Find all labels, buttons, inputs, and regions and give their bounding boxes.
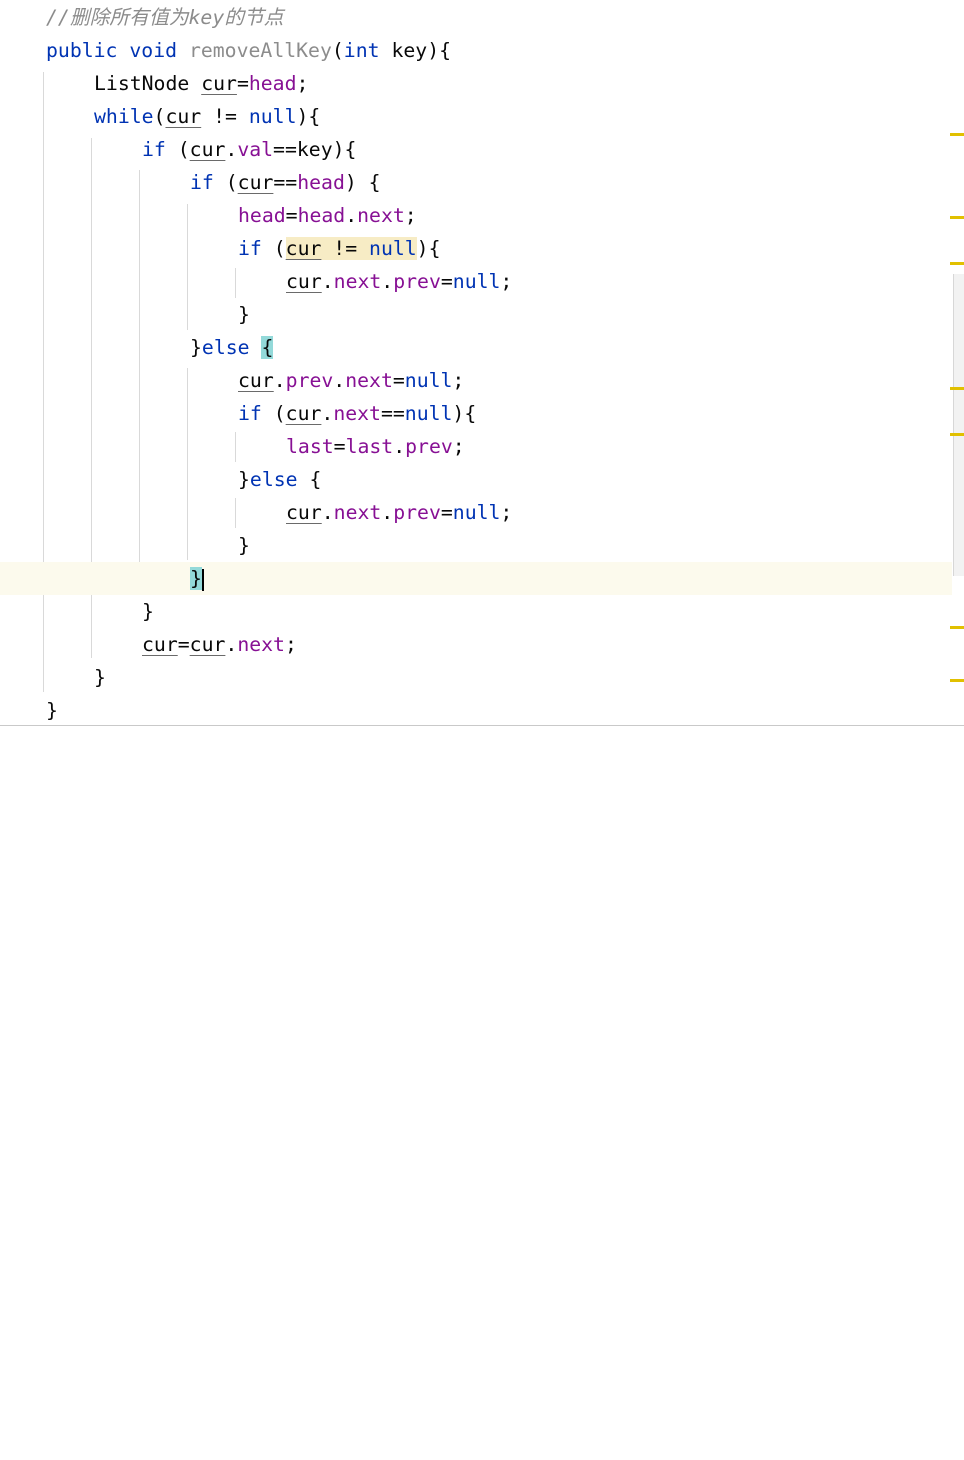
code-line[interactable]: if (cur.val==key){ <box>142 133 356 166</box>
indent-guide <box>235 498 236 528</box>
highlighted-condition: cur != null <box>285 237 417 260</box>
keyword-int: int <box>343 39 380 62</box>
field-prev: prev <box>285 369 334 392</box>
code-line[interactable]: if (cur != null){ <box>238 232 441 265</box>
indent-guide <box>235 432 236 462</box>
var-cur: cur <box>286 270 322 293</box>
method-name: removeAllKey <box>188 39 332 62</box>
field-head: head <box>238 204 286 227</box>
code-line[interactable]: }else { <box>190 331 274 364</box>
code-line[interactable]: } <box>142 595 154 628</box>
field-next: next <box>333 402 381 425</box>
code-line[interactable]: } <box>46 694 58 727</box>
field-head: head <box>297 171 345 194</box>
field-next: next <box>237 633 285 656</box>
keyword-while: while <box>94 105 154 128</box>
var-cur: cur <box>285 237 322 260</box>
var-cur: cur <box>189 633 226 656</box>
field-next: next <box>357 204 405 227</box>
var-cur: cur <box>238 369 274 392</box>
code-line[interactable]: while(cur != null){ <box>94 100 320 133</box>
type-listnode: ListNode <box>94 72 190 95</box>
field-next: next <box>345 369 393 392</box>
param-key: key <box>391 39 428 62</box>
var-cur: cur <box>189 138 226 161</box>
keyword-if: if <box>190 171 214 194</box>
text-caret <box>201 568 204 591</box>
keyword-if: if <box>238 402 262 425</box>
keyword-null: null <box>404 369 453 392</box>
warning-marker[interactable] <box>950 262 964 265</box>
code-line[interactable]: }else { <box>238 463 321 496</box>
var-cur: cur <box>285 402 322 425</box>
warning-marker[interactable] <box>950 626 964 629</box>
code-line[interactable]: } <box>238 298 250 331</box>
matched-brace: } <box>190 567 202 590</box>
keyword-void: void <box>129 39 178 62</box>
warning-marker[interactable] <box>950 216 964 219</box>
keyword-if: if <box>142 138 166 161</box>
field-prev: prev <box>405 435 453 458</box>
indent-guide <box>187 368 188 560</box>
code-line[interactable]: if (cur.next==null){ <box>238 397 476 430</box>
field-head: head <box>297 204 346 227</box>
var-cur: cur <box>165 105 202 128</box>
indent-guide <box>187 204 188 330</box>
var-cur: cur <box>286 501 322 524</box>
code-line[interactable]: public void removeAllKey(int key){ <box>46 34 451 67</box>
code-line[interactable]: head=head.next; <box>238 199 417 232</box>
warning-marker[interactable] <box>950 387 964 390</box>
indent-guide <box>139 170 140 594</box>
code-line[interactable]: } <box>238 529 250 562</box>
indent-guide <box>235 268 236 298</box>
param-key: key <box>296 138 333 161</box>
field-next: next <box>333 270 382 293</box>
keyword-null: null <box>452 270 501 293</box>
keyword-null: null <box>369 237 417 260</box>
code-line[interactable]: cur.next.prev=null; <box>286 496 512 529</box>
field-last: last <box>345 435 394 458</box>
keyword-null: null <box>452 501 501 524</box>
warning-marker[interactable] <box>950 433 964 436</box>
var-cur: cur <box>142 633 178 656</box>
indent-guide <box>43 72 44 692</box>
field-prev: prev <box>393 270 441 293</box>
code-line[interactable]: ListNode cur=head; <box>94 67 308 100</box>
code-editor[interactable]: //删除所有值为key的节点 public void removeAllKey(… <box>0 0 964 730</box>
code-line[interactable]: } <box>94 661 106 694</box>
code-line[interactable]: cur.next.prev=null; <box>286 265 512 298</box>
var-cur: cur <box>201 72 237 95</box>
editor-bottom-border <box>0 725 964 726</box>
field-head: head <box>248 72 297 95</box>
warning-marker[interactable] <box>950 133 964 136</box>
keyword-else: else <box>249 468 298 491</box>
keyword-null: null <box>248 105 297 128</box>
warning-marker[interactable] <box>950 679 964 682</box>
code-line[interactable]: last=last.prev; <box>286 430 465 463</box>
keyword-public: public <box>46 39 118 62</box>
code-line[interactable]: cur.prev.next=null; <box>238 364 464 397</box>
code-line[interactable]: if (cur==head) { <box>190 166 381 199</box>
vertical-scrollbar[interactable] <box>953 274 964 576</box>
keyword-if: if <box>238 237 262 260</box>
field-next: next <box>333 501 382 524</box>
keyword-else: else <box>201 336 250 359</box>
matched-brace: { <box>261 336 274 359</box>
code-line[interactable]: cur=cur.next; <box>142 628 297 661</box>
field-val: val <box>237 138 274 161</box>
var-cur: cur <box>237 171 274 194</box>
keyword-null: null <box>404 402 453 425</box>
field-last: last <box>286 435 334 458</box>
code-line[interactable]: //删除所有值为key的节点 <box>46 1 284 34</box>
code-comment: //删除所有值为key的节点 <box>46 6 284 29</box>
current-code-line[interactable]: } <box>0 562 952 595</box>
field-prev: prev <box>393 501 441 524</box>
